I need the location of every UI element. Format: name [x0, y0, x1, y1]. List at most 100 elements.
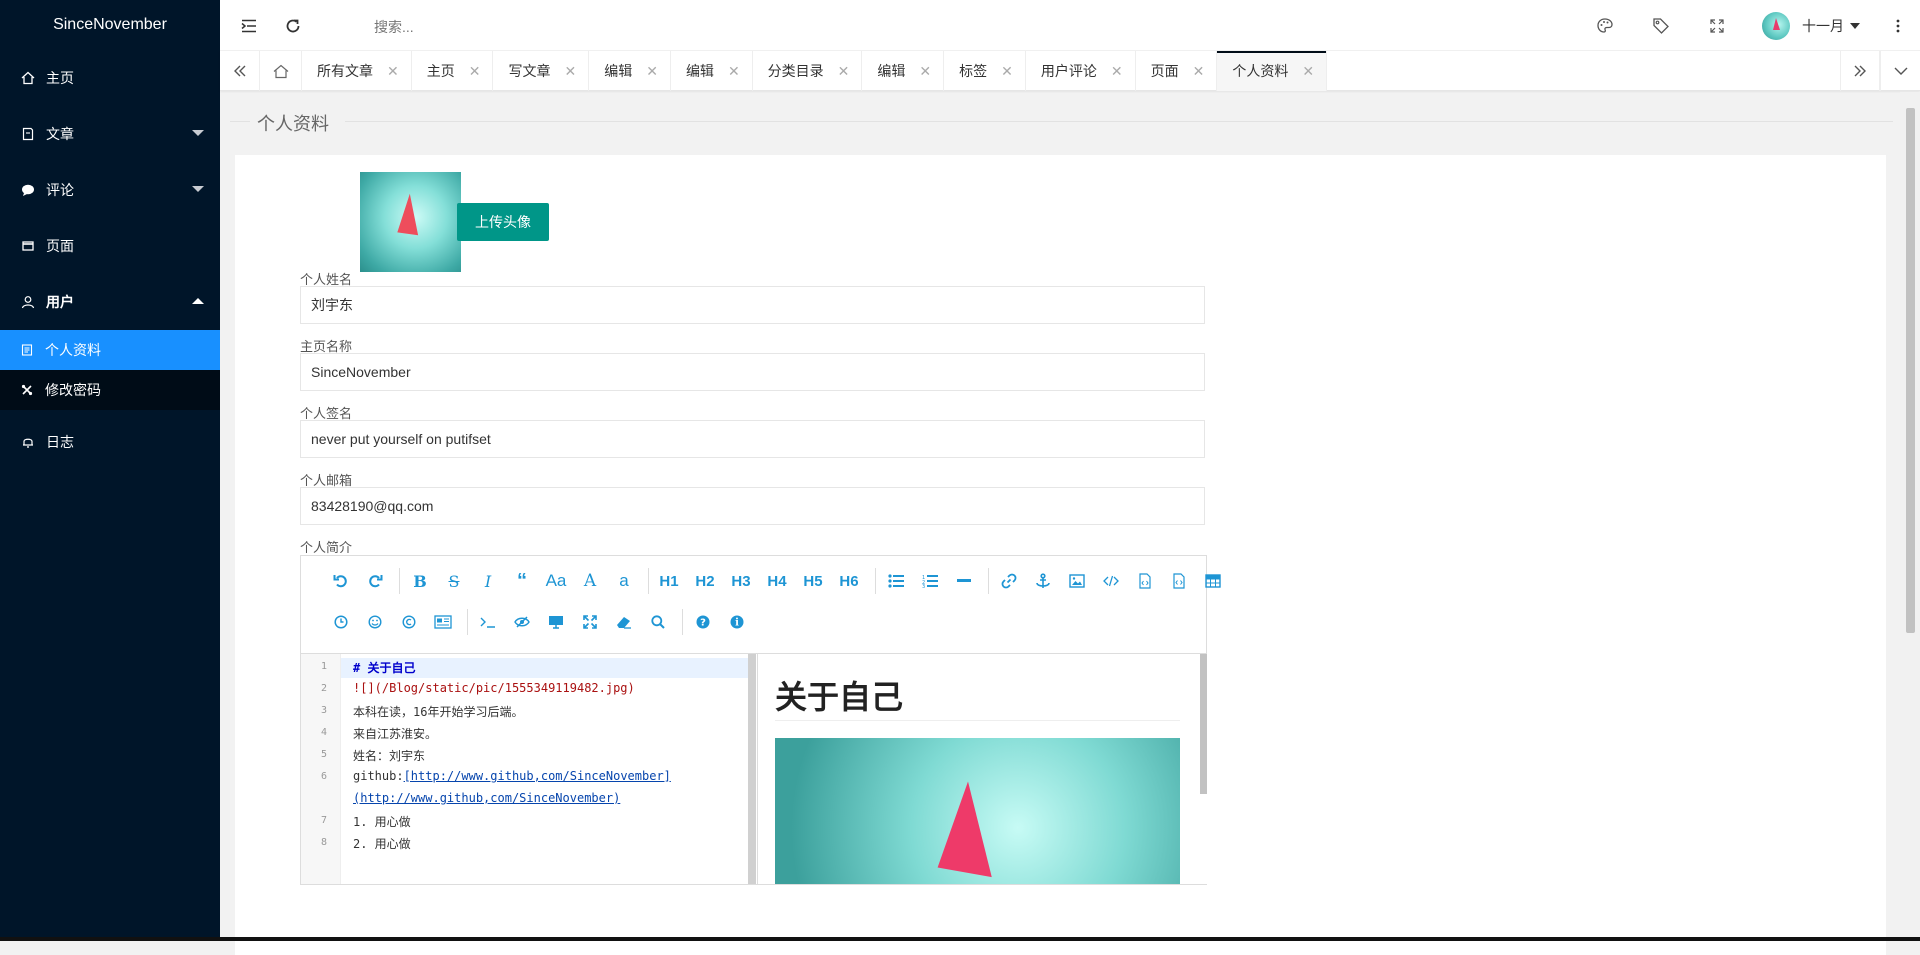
info-icon[interactable]: i [723, 607, 751, 637]
name-field[interactable] [300, 286, 1205, 324]
tab-scroll-right-button[interactable] [1840, 51, 1880, 91]
code-block-icon[interactable] [1131, 566, 1159, 596]
line-number: 5 [320, 749, 327, 760]
tab-home[interactable] [260, 51, 302, 91]
tab-edit-3[interactable]: 编辑 ✕ [862, 51, 945, 91]
sidebar-item-comment[interactable]: 评论 [0, 162, 220, 218]
close-icon[interactable]: ✕ [1111, 63, 1123, 79]
toolbar-separator [682, 609, 683, 635]
anchor-icon[interactable] [1029, 566, 1057, 596]
app-logo[interactable]: SinceNovember [0, 0, 220, 50]
quote-icon[interactable]: “ [508, 566, 536, 596]
sidebar-item-label: 主页 [46, 70, 74, 86]
desktop-icon[interactable] [542, 607, 570, 637]
tab-home-page[interactable]: 主页 ✕ [412, 51, 494, 91]
tab-edit-1[interactable]: 编辑 ✕ [589, 51, 671, 91]
close-icon[interactable]: ✕ [1302, 63, 1314, 79]
sidebar-item-change-password[interactable]: 修改密码 [0, 370, 220, 410]
close-icon[interactable]: ✕ [838, 63, 850, 79]
ordered-list-icon[interactable]: 123 [916, 566, 944, 596]
emoji-icon[interactable] [361, 607, 389, 637]
close-icon[interactable]: ✕ [387, 63, 399, 79]
preview-scrollbar[interactable] [1200, 654, 1207, 794]
help-icon[interactable]: ? [689, 607, 717, 637]
tab-tags[interactable]: 标签 ✕ [944, 51, 1026, 91]
tab-edit-2[interactable]: 编辑 ✕ [671, 51, 753, 91]
close-icon[interactable]: ✕ [646, 63, 658, 79]
uppercase-icon[interactable]: Aa [542, 566, 570, 596]
tab-profile[interactable]: 个人资料 ✕ [1217, 51, 1328, 91]
chevron-down-icon [1894, 67, 1907, 75]
h6-button[interactable]: H6 [835, 566, 863, 596]
markdown-code-pane[interactable]: 1 2 3 4 5 6 7 8 # 关于自己 ![](/Blog/static/… [301, 654, 751, 884]
pagebreak-icon[interactable] [429, 607, 457, 637]
line-number: 7 [320, 815, 327, 826]
expand-icon[interactable] [576, 607, 604, 637]
scrollbar-thumb[interactable] [1906, 108, 1915, 633]
fullscreen-button[interactable] [1702, 0, 1732, 51]
hr-icon[interactable] [950, 566, 978, 596]
search-input[interactable] [372, 18, 672, 36]
uppercase-first-icon[interactable]: A [576, 566, 604, 596]
eye-slash-icon[interactable] [508, 607, 536, 637]
signature-field[interactable] [300, 420, 1205, 458]
search-icon[interactable] [644, 607, 672, 637]
sidebar-item-article[interactable]: 文章 [0, 106, 220, 162]
code-line: ![](/Blog/static/pic/1555349119482.jpg) [353, 681, 635, 695]
email-field[interactable] [300, 487, 1205, 525]
terminal-icon[interactable] [474, 607, 502, 637]
lowercase-icon[interactable]: a [610, 566, 638, 596]
italic-icon[interactable]: I [474, 566, 502, 596]
homepage-name-field[interactable] [300, 353, 1205, 391]
code-line: 2. 用心做 [353, 837, 411, 851]
datetime-icon[interactable] [327, 607, 355, 637]
link-icon[interactable] [995, 566, 1023, 596]
sidebar-item-log[interactable]: 日志 [0, 414, 220, 470]
tab-label: 分类目录 [767, 63, 824, 79]
page-scrollbar[interactable] [1900, 92, 1920, 941]
sidebar-item-profile[interactable]: 个人资料 [0, 330, 220, 370]
sidebar-item-user[interactable]: 用户 [0, 274, 220, 330]
sidebar-item-page[interactable]: 页面 [0, 218, 220, 274]
bold-icon[interactable]: B [406, 566, 434, 596]
user-menu[interactable]: 十一月 [1762, 0, 1860, 51]
tab-scroll-left-button[interactable] [220, 51, 260, 91]
pre-block-icon[interactable] [1165, 566, 1193, 596]
h1-button[interactable]: H1 [655, 566, 683, 596]
tag-button[interactable] [1646, 0, 1676, 51]
h3-button[interactable]: H3 [727, 566, 755, 596]
strikethrough-icon[interactable]: S [440, 566, 468, 596]
sidebar-item-home[interactable]: 主页 [0, 50, 220, 106]
redo-icon[interactable] [361, 566, 389, 596]
close-icon[interactable]: ✕ [564, 63, 576, 79]
tab-menu-button[interactable] [1880, 51, 1920, 91]
undo-icon[interactable] [327, 566, 355, 596]
theme-button[interactable] [1590, 0, 1620, 51]
toolbar-separator [648, 568, 649, 594]
eraser-icon[interactable] [610, 607, 638, 637]
menu-fold-button[interactable] [232, 0, 266, 51]
close-icon[interactable]: ✕ [1001, 63, 1013, 79]
close-icon[interactable]: ✕ [728, 63, 740, 79]
code-scrollbar[interactable] [748, 654, 756, 884]
html-entities-icon[interactable] [395, 607, 423, 637]
h5-button[interactable]: H5 [799, 566, 827, 596]
tab-pages[interactable]: 页面 ✕ [1136, 51, 1218, 91]
tab-all-articles[interactable]: 所有文章 ✕ [302, 51, 412, 91]
bell-icon [20, 414, 36, 470]
unordered-list-icon[interactable] [882, 566, 910, 596]
close-icon[interactable]: ✕ [469, 63, 481, 79]
code-icon[interactable] [1097, 566, 1125, 596]
h2-button[interactable]: H2 [691, 566, 719, 596]
more-button[interactable] [1886, 0, 1910, 51]
h4-button[interactable]: H4 [763, 566, 791, 596]
tab-category[interactable]: 分类目录 ✕ [753, 51, 863, 91]
tab-write-article[interactable]: 写文章 ✕ [493, 51, 590, 91]
close-icon[interactable]: ✕ [919, 63, 931, 79]
tab-user-comments[interactable]: 用户评论 ✕ [1026, 51, 1136, 91]
image-icon[interactable] [1063, 566, 1091, 596]
table-icon[interactable] [1199, 566, 1227, 596]
upload-avatar-button[interactable]: 上传头像 [457, 203, 549, 241]
close-icon[interactable]: ✕ [1193, 63, 1205, 79]
refresh-button[interactable] [276, 0, 310, 51]
